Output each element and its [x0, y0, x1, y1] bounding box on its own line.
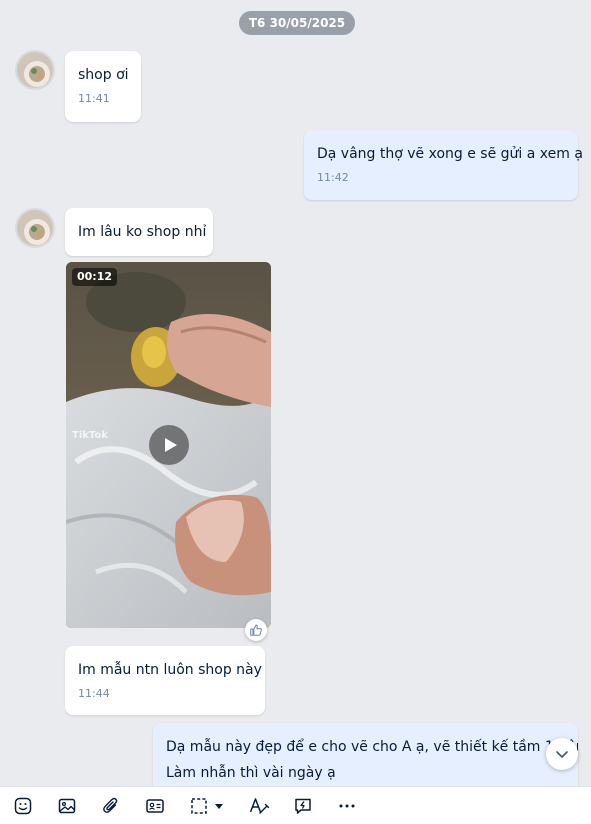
play-button[interactable]	[149, 425, 189, 465]
message-text-line-1: Dạ mẫu này đẹp để e cho vẽ cho A ạ, vẽ t…	[166, 739, 578, 755]
message-bubble[interactable]: shop ơi 11:41	[65, 51, 141, 122]
thumbs-up-icon	[250, 624, 262, 636]
contact-card-button[interactable]	[143, 794, 167, 818]
screenshot-button[interactable]	[187, 794, 211, 818]
chat-area[interactable]: T6 30/05/2025 shop ơi 11:41 Dạ vâng thợ …	[0, 0, 591, 786]
video-duration: 00:12	[72, 268, 118, 286]
composer-toolbar	[0, 786, 591, 824]
video-message[interactable]: 00:12 TikTok	[66, 262, 271, 628]
tiktok-watermark: TikTok	[72, 430, 108, 441]
avatar[interactable]	[15, 50, 55, 90]
scroll-to-bottom-button[interactable]	[546, 738, 578, 770]
attachment-button[interactable]	[99, 794, 123, 818]
sticker-icon	[14, 797, 32, 815]
more-button[interactable]	[335, 794, 359, 818]
image-button[interactable]	[55, 794, 79, 818]
message-text: Im lâu ko shop nhỉ	[78, 224, 207, 240]
image-icon	[58, 798, 76, 814]
screenshot-options-button[interactable]	[212, 794, 226, 818]
message-text: Im mẫu ntn luôn shop này	[78, 662, 262, 678]
contact-card-icon	[146, 799, 164, 813]
date-separator: T6 30/05/2025	[239, 11, 355, 35]
message-bubble-me[interactable]: Dạ vâng thợ vẽ xong e sẽ gửi a xem ạ 11:…	[304, 130, 583, 200]
message-bubble-me[interactable]: Dạ mẫu này đẹp để e cho vẽ cho A ạ, vẽ t…	[153, 723, 578, 786]
screenshot-icon	[191, 798, 207, 814]
message-text: shop ơi	[78, 67, 129, 83]
attachment-icon	[103, 797, 118, 813]
like-reaction-button[interactable]	[245, 619, 267, 641]
chevron-down-icon	[556, 751, 568, 758]
avatar[interactable]	[15, 208, 55, 248]
quick-message-button[interactable]	[291, 794, 315, 818]
message-bubble[interactable]: Im mẫu ntn luôn shop này 11:44	[65, 646, 265, 715]
message-bubble[interactable]: Im lâu ko shop nhỉ	[65, 208, 213, 256]
more-icon	[339, 804, 355, 808]
avatar-image	[17, 52, 53, 88]
text-format-icon	[249, 798, 270, 814]
sticker-button[interactable]	[11, 794, 35, 818]
message-time: 11:41	[78, 92, 110, 105]
dropdown-caret-icon	[215, 804, 223, 809]
text-format-button[interactable]	[247, 794, 271, 818]
quick-message-icon	[295, 798, 311, 814]
message-text: Dạ vâng thợ vẽ xong e sẽ gửi a xem ạ	[317, 146, 583, 162]
play-icon	[165, 438, 177, 452]
message-time: 11:44	[78, 687, 110, 700]
avatar-image	[17, 210, 53, 246]
message-time: 11:42	[317, 171, 349, 184]
message-text-line-2: Làm nhẫn thì vài ngày ạ	[166, 765, 336, 781]
